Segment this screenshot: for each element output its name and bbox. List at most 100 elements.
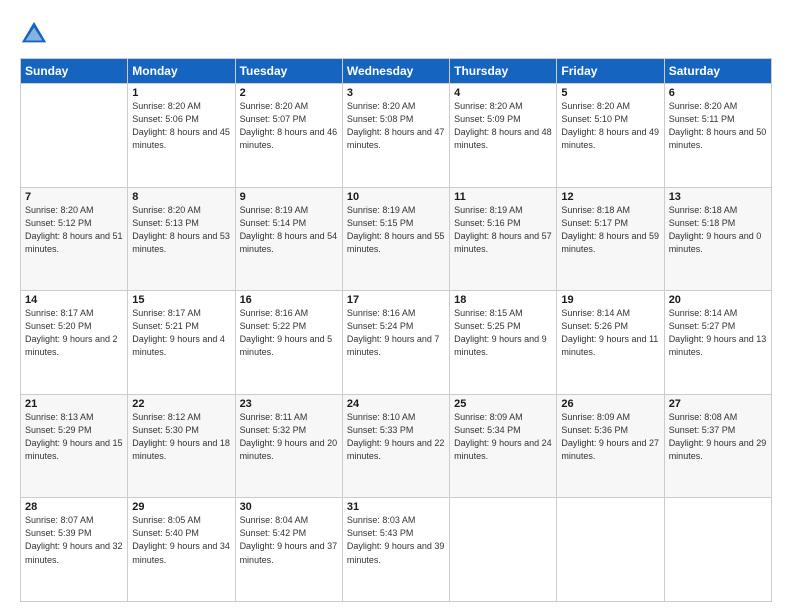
day-info: Sunrise: 8:13 AMSunset: 5:29 PMDaylight:… [25,411,123,463]
calendar-cell: 17Sunrise: 8:16 AMSunset: 5:24 PMDayligh… [342,291,449,395]
calendar-cell: 27Sunrise: 8:08 AMSunset: 5:37 PMDayligh… [664,394,771,498]
day-info: Sunrise: 8:04 AMSunset: 5:42 PMDaylight:… [240,514,338,566]
weekday-sunday: Sunday [21,59,128,84]
calendar-cell: 25Sunrise: 8:09 AMSunset: 5:34 PMDayligh… [450,394,557,498]
day-number: 20 [669,294,767,306]
calendar-cell: 28Sunrise: 8:07 AMSunset: 5:39 PMDayligh… [21,498,128,602]
weekday-friday: Friday [557,59,664,84]
calendar-cell [21,84,128,188]
day-info: Sunrise: 8:18 AMSunset: 5:18 PMDaylight:… [669,204,767,256]
week-row-1: 7Sunrise: 8:20 AMSunset: 5:12 PMDaylight… [21,187,772,291]
calendar-cell: 21Sunrise: 8:13 AMSunset: 5:29 PMDayligh… [21,394,128,498]
calendar-cell: 10Sunrise: 8:19 AMSunset: 5:15 PMDayligh… [342,187,449,291]
day-info: Sunrise: 8:08 AMSunset: 5:37 PMDaylight:… [669,411,767,463]
day-info: Sunrise: 8:18 AMSunset: 5:17 PMDaylight:… [561,204,659,256]
calendar-cell: 14Sunrise: 8:17 AMSunset: 5:20 PMDayligh… [21,291,128,395]
day-info: Sunrise: 8:16 AMSunset: 5:22 PMDaylight:… [240,307,338,359]
weekday-wednesday: Wednesday [342,59,449,84]
calendar-cell: 20Sunrise: 8:14 AMSunset: 5:27 PMDayligh… [664,291,771,395]
calendar-cell: 23Sunrise: 8:11 AMSunset: 5:32 PMDayligh… [235,394,342,498]
day-number: 27 [669,398,767,410]
day-number: 13 [669,191,767,203]
day-info: Sunrise: 8:07 AMSunset: 5:39 PMDaylight:… [25,514,123,566]
calendar-cell: 8Sunrise: 8:20 AMSunset: 5:13 PMDaylight… [128,187,235,291]
logo-icon [20,20,48,48]
calendar-cell: 6Sunrise: 8:20 AMSunset: 5:11 PMDaylight… [664,84,771,188]
calendar-cell: 16Sunrise: 8:16 AMSunset: 5:22 PMDayligh… [235,291,342,395]
logo [20,20,50,48]
day-info: Sunrise: 8:20 AMSunset: 5:11 PMDaylight:… [669,100,767,152]
calendar-cell: 24Sunrise: 8:10 AMSunset: 5:33 PMDayligh… [342,394,449,498]
day-number: 14 [25,294,123,306]
day-info: Sunrise: 8:16 AMSunset: 5:24 PMDaylight:… [347,307,445,359]
day-info: Sunrise: 8:20 AMSunset: 5:07 PMDaylight:… [240,100,338,152]
weekday-tuesday: Tuesday [235,59,342,84]
calendar-cell: 30Sunrise: 8:04 AMSunset: 5:42 PMDayligh… [235,498,342,602]
day-info: Sunrise: 8:11 AMSunset: 5:32 PMDaylight:… [240,411,338,463]
day-info: Sunrise: 8:03 AMSunset: 5:43 PMDaylight:… [347,514,445,566]
day-info: Sunrise: 8:17 AMSunset: 5:21 PMDaylight:… [132,307,230,359]
day-info: Sunrise: 8:20 AMSunset: 5:10 PMDaylight:… [561,100,659,152]
day-number: 28 [25,501,123,513]
day-number: 9 [240,191,338,203]
day-number: 4 [454,87,552,99]
calendar: SundayMondayTuesdayWednesdayThursdayFrid… [20,58,772,602]
day-number: 23 [240,398,338,410]
day-number: 30 [240,501,338,513]
day-number: 1 [132,87,230,99]
day-number: 2 [240,87,338,99]
day-info: Sunrise: 8:14 AMSunset: 5:26 PMDaylight:… [561,307,659,359]
day-number: 8 [132,191,230,203]
day-number: 21 [25,398,123,410]
day-number: 5 [561,87,659,99]
day-info: Sunrise: 8:15 AMSunset: 5:25 PMDaylight:… [454,307,552,359]
day-number: 22 [132,398,230,410]
day-info: Sunrise: 8:20 AMSunset: 5:06 PMDaylight:… [132,100,230,152]
day-number: 16 [240,294,338,306]
day-info: Sunrise: 8:12 AMSunset: 5:30 PMDaylight:… [132,411,230,463]
calendar-cell: 2Sunrise: 8:20 AMSunset: 5:07 PMDaylight… [235,84,342,188]
calendar-cell: 26Sunrise: 8:09 AMSunset: 5:36 PMDayligh… [557,394,664,498]
day-info: Sunrise: 8:19 AMSunset: 5:15 PMDaylight:… [347,204,445,256]
calendar-cell: 31Sunrise: 8:03 AMSunset: 5:43 PMDayligh… [342,498,449,602]
day-info: Sunrise: 8:09 AMSunset: 5:36 PMDaylight:… [561,411,659,463]
day-number: 26 [561,398,659,410]
day-number: 10 [347,191,445,203]
day-number: 11 [454,191,552,203]
calendar-cell: 3Sunrise: 8:20 AMSunset: 5:08 PMDaylight… [342,84,449,188]
calendar-cell: 18Sunrise: 8:15 AMSunset: 5:25 PMDayligh… [450,291,557,395]
day-number: 24 [347,398,445,410]
week-row-0: 1Sunrise: 8:20 AMSunset: 5:06 PMDaylight… [21,84,772,188]
week-row-4: 28Sunrise: 8:07 AMSunset: 5:39 PMDayligh… [21,498,772,602]
calendar-cell: 29Sunrise: 8:05 AMSunset: 5:40 PMDayligh… [128,498,235,602]
day-info: Sunrise: 8:20 AMSunset: 5:09 PMDaylight:… [454,100,552,152]
weekday-thursday: Thursday [450,59,557,84]
weekday-saturday: Saturday [664,59,771,84]
week-row-3: 21Sunrise: 8:13 AMSunset: 5:29 PMDayligh… [21,394,772,498]
day-info: Sunrise: 8:19 AMSunset: 5:16 PMDaylight:… [454,204,552,256]
day-number: 12 [561,191,659,203]
day-info: Sunrise: 8:20 AMSunset: 5:12 PMDaylight:… [25,204,123,256]
calendar-cell: 19Sunrise: 8:14 AMSunset: 5:26 PMDayligh… [557,291,664,395]
day-number: 29 [132,501,230,513]
day-info: Sunrise: 8:05 AMSunset: 5:40 PMDaylight:… [132,514,230,566]
calendar-cell: 12Sunrise: 8:18 AMSunset: 5:17 PMDayligh… [557,187,664,291]
header [20,16,772,48]
calendar-cell [664,498,771,602]
day-info: Sunrise: 8:17 AMSunset: 5:20 PMDaylight:… [25,307,123,359]
calendar-cell: 7Sunrise: 8:20 AMSunset: 5:12 PMDaylight… [21,187,128,291]
day-number: 6 [669,87,767,99]
calendar-cell: 11Sunrise: 8:19 AMSunset: 5:16 PMDayligh… [450,187,557,291]
day-info: Sunrise: 8:20 AMSunset: 5:08 PMDaylight:… [347,100,445,152]
week-row-2: 14Sunrise: 8:17 AMSunset: 5:20 PMDayligh… [21,291,772,395]
weekday-header-row: SundayMondayTuesdayWednesdayThursdayFrid… [21,59,772,84]
day-number: 25 [454,398,552,410]
calendar-cell: 15Sunrise: 8:17 AMSunset: 5:21 PMDayligh… [128,291,235,395]
day-number: 7 [25,191,123,203]
calendar-cell: 9Sunrise: 8:19 AMSunset: 5:14 PMDaylight… [235,187,342,291]
day-number: 31 [347,501,445,513]
day-number: 18 [454,294,552,306]
day-info: Sunrise: 8:19 AMSunset: 5:14 PMDaylight:… [240,204,338,256]
day-info: Sunrise: 8:09 AMSunset: 5:34 PMDaylight:… [454,411,552,463]
day-info: Sunrise: 8:20 AMSunset: 5:13 PMDaylight:… [132,204,230,256]
